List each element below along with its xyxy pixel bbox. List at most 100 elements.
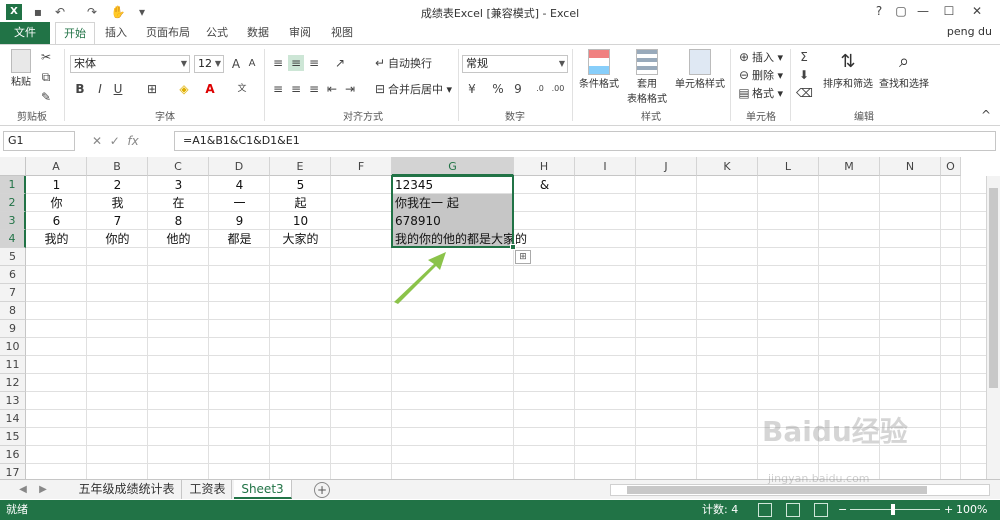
clear-icon[interactable]: ⌫ bbox=[796, 85, 813, 101]
row-header-15[interactable]: 15 bbox=[0, 428, 26, 446]
shrink-font-icon[interactable]: A bbox=[244, 56, 260, 72]
cell-c3[interactable]: 8 bbox=[148, 212, 209, 230]
row-header-9[interactable]: 9 bbox=[0, 320, 26, 338]
column-header-c[interactable]: C bbox=[148, 157, 209, 176]
find-select-button[interactable]: ⌕ 查找和选择 bbox=[876, 49, 932, 90]
close-icon[interactable]: ✕ bbox=[966, 2, 988, 20]
align-right-icon[interactable]: ≡ bbox=[306, 81, 322, 97]
insert-function-button[interactable]: fx bbox=[127, 134, 138, 148]
row-header-16[interactable]: 16 bbox=[0, 446, 26, 464]
column-header-f[interactable]: F bbox=[331, 157, 392, 176]
decrease-indent-icon[interactable]: ⇤ bbox=[324, 81, 340, 97]
align-top-icon[interactable]: ≡ bbox=[270, 55, 286, 71]
column-header-l[interactable]: L bbox=[758, 157, 819, 176]
orientation-icon[interactable]: ↗ bbox=[332, 55, 348, 71]
percent-button[interactable]: % bbox=[490, 81, 506, 97]
zoom-out-icon[interactable]: − bbox=[838, 500, 847, 520]
font-color-icon[interactable]: A bbox=[202, 81, 218, 97]
column-header-b[interactable]: B bbox=[87, 157, 148, 176]
row-header-11[interactable]: 11 bbox=[0, 356, 26, 374]
decrease-decimal-icon[interactable]: .00 bbox=[550, 81, 566, 97]
delete-cells-button[interactable]: ⊖ 删除 ▾ bbox=[736, 67, 783, 85]
tab-review[interactable]: 审阅 bbox=[282, 22, 318, 44]
font-size-select[interactable]: 12 ▼ bbox=[194, 55, 224, 73]
cell-c4[interactable]: 他的 bbox=[148, 230, 209, 248]
comma-button[interactable]: 9 bbox=[510, 81, 526, 97]
merge-center-button[interactable]: ⊟ 合并后居中 ▾ bbox=[372, 81, 452, 99]
increase-indent-icon[interactable]: ⇥ bbox=[342, 81, 358, 97]
font-name-select[interactable]: 宋体 ▼ bbox=[70, 55, 190, 73]
cell-b3[interactable]: 7 bbox=[87, 212, 148, 230]
paste-button[interactable]: 粘贴 bbox=[6, 49, 36, 95]
sheet-tab-1[interactable]: 五年级成绩统计表 bbox=[72, 480, 182, 499]
fill-color-icon[interactable]: ◈ bbox=[176, 81, 192, 97]
insert-cells-button[interactable]: ⊕ 插入 ▾ bbox=[736, 49, 783, 67]
tab-file[interactable]: 文件 bbox=[0, 22, 50, 44]
row-header-3[interactable]: 3 bbox=[0, 212, 26, 230]
cancel-icon[interactable]: ✕ bbox=[92, 134, 102, 148]
column-header-o[interactable]: O bbox=[941, 157, 961, 176]
cell-a3[interactable]: 6 bbox=[26, 212, 87, 230]
cell-a2[interactable]: 你 bbox=[26, 194, 87, 212]
user-name[interactable]: peng du bbox=[947, 25, 992, 38]
minimize-icon[interactable]: — bbox=[912, 2, 934, 20]
cell-d4[interactable]: 都是 bbox=[209, 230, 270, 248]
row-header-1[interactable]: 1 bbox=[0, 176, 26, 194]
sheet-prev-icon[interactable]: ◀ bbox=[16, 482, 30, 498]
zoom-slider[interactable] bbox=[850, 509, 940, 510]
borders-icon[interactable]: ⊞ bbox=[144, 81, 160, 97]
zoom-in-icon[interactable]: + bbox=[944, 500, 953, 520]
align-center-icon[interactable]: ≡ bbox=[288, 81, 304, 97]
cell-e3[interactable]: 10 bbox=[270, 212, 331, 230]
row-header-6[interactable]: 6 bbox=[0, 266, 26, 284]
column-header-e[interactable]: E bbox=[270, 157, 331, 176]
italic-button[interactable]: I bbox=[92, 81, 108, 97]
row-header-5[interactable]: 5 bbox=[0, 248, 26, 266]
row-header-7[interactable]: 7 bbox=[0, 284, 26, 302]
collapse-ribbon-icon[interactable]: ^ bbox=[978, 107, 994, 123]
currency-icon[interactable]: ¥ bbox=[464, 81, 480, 97]
format-painter-icon[interactable]: ✎ bbox=[38, 89, 54, 105]
row-header-10[interactable]: 10 bbox=[0, 338, 26, 356]
conditional-format-button[interactable]: 条件格式 bbox=[576, 49, 622, 90]
tab-formulas[interactable]: 公式 bbox=[200, 22, 234, 44]
cell-b4[interactable]: 你的 bbox=[87, 230, 148, 248]
tab-insert[interactable]: 插入 bbox=[98, 22, 134, 44]
row-header-14[interactable]: 14 bbox=[0, 410, 26, 428]
column-header-j[interactable]: J bbox=[636, 157, 697, 176]
cell-d1[interactable]: 4 bbox=[209, 176, 270, 194]
phonetic-icon[interactable]: 文 bbox=[234, 81, 250, 97]
sort-filter-button[interactable]: ⇅ 排序和筛选 bbox=[822, 49, 874, 90]
tab-view[interactable]: 视图 bbox=[324, 22, 360, 44]
column-header-k[interactable]: K bbox=[697, 157, 758, 176]
cell-a4[interactable]: 我的 bbox=[26, 230, 87, 248]
vertical-scrollbar[interactable] bbox=[986, 176, 1000, 479]
row-header-2[interactable]: 2 bbox=[0, 194, 26, 212]
increase-decimal-icon[interactable]: .0 bbox=[532, 81, 548, 97]
cut-icon[interactable]: ✂ bbox=[38, 49, 54, 65]
align-middle-icon[interactable]: ≡ bbox=[288, 55, 304, 71]
page-layout-view-icon[interactable] bbox=[786, 503, 800, 517]
sheet-next-icon[interactable]: ▶ bbox=[36, 482, 50, 498]
select-all-button[interactable] bbox=[0, 157, 26, 176]
row-header-13[interactable]: 13 bbox=[0, 392, 26, 410]
sheet-tab-2[interactable]: 工资表 bbox=[184, 480, 232, 499]
sheet-tab-3[interactable]: Sheet3 bbox=[234, 480, 292, 499]
row-header-12[interactable]: 12 bbox=[0, 374, 26, 392]
vertical-scroll-thumb[interactable] bbox=[989, 188, 998, 388]
cell-e4[interactable]: 大家的 bbox=[270, 230, 331, 248]
fill-icon[interactable]: ⬇ bbox=[796, 67, 812, 83]
add-sheet-icon[interactable]: + bbox=[314, 482, 330, 498]
bold-button[interactable]: B bbox=[72, 81, 88, 97]
column-header-d[interactable]: D bbox=[209, 157, 270, 176]
copy-icon[interactable]: ⧉ bbox=[38, 69, 54, 85]
cell-e2[interactable]: 起 bbox=[270, 194, 331, 212]
formula-input[interactable]: =A1&B1&C1&D1&E1 bbox=[174, 131, 996, 151]
help-icon[interactable]: ? bbox=[868, 2, 890, 20]
grow-font-icon[interactable]: A bbox=[228, 56, 244, 72]
maximize-icon[interactable]: ☐ bbox=[938, 2, 960, 20]
cell-c1[interactable]: 3 bbox=[148, 176, 209, 194]
cell-styles-button[interactable]: 单元格样式 bbox=[672, 49, 728, 90]
name-box[interactable]: G1 bbox=[3, 131, 75, 151]
row-header-8[interactable]: 8 bbox=[0, 302, 26, 320]
